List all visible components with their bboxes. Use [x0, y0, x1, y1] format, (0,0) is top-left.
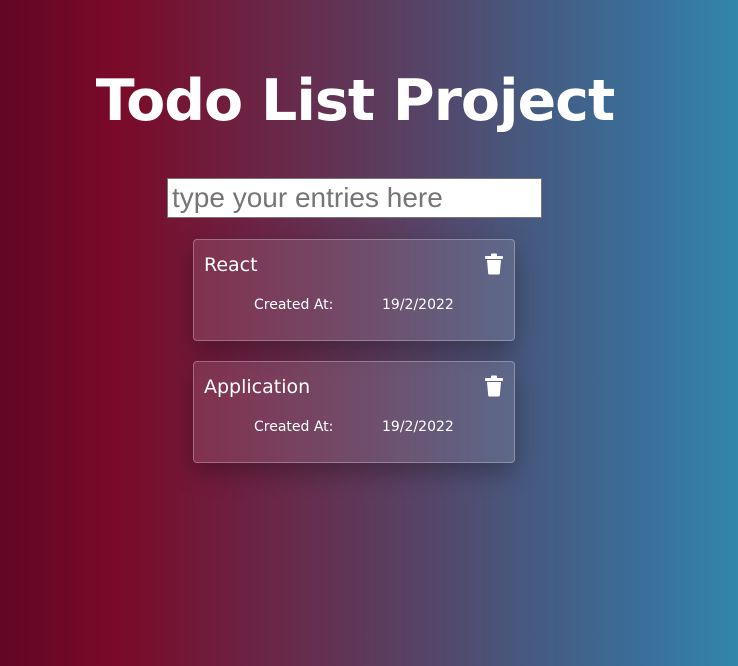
delete-todo-button[interactable] — [484, 375, 504, 397]
todo-card: React Created At: 19/2/2022 — [193, 239, 515, 341]
trash-icon[interactable] — [484, 375, 504, 397]
created-at-date: 19/2/2022 — [382, 419, 454, 435]
delete-todo-button[interactable] — [484, 253, 504, 275]
todo-title: React — [204, 254, 258, 276]
created-at-date: 19/2/2022 — [382, 297, 454, 313]
todo-title: Application — [204, 376, 311, 398]
created-at-label: Created At: — [254, 297, 334, 313]
page-title: Todo List Project — [95, 68, 615, 134]
created-at-label: Created At: — [254, 419, 334, 435]
trash-icon[interactable] — [484, 253, 504, 275]
todo-entry-input[interactable] — [167, 178, 542, 218]
todo-card: Application Created At: 19/2/2022 — [193, 361, 515, 463]
